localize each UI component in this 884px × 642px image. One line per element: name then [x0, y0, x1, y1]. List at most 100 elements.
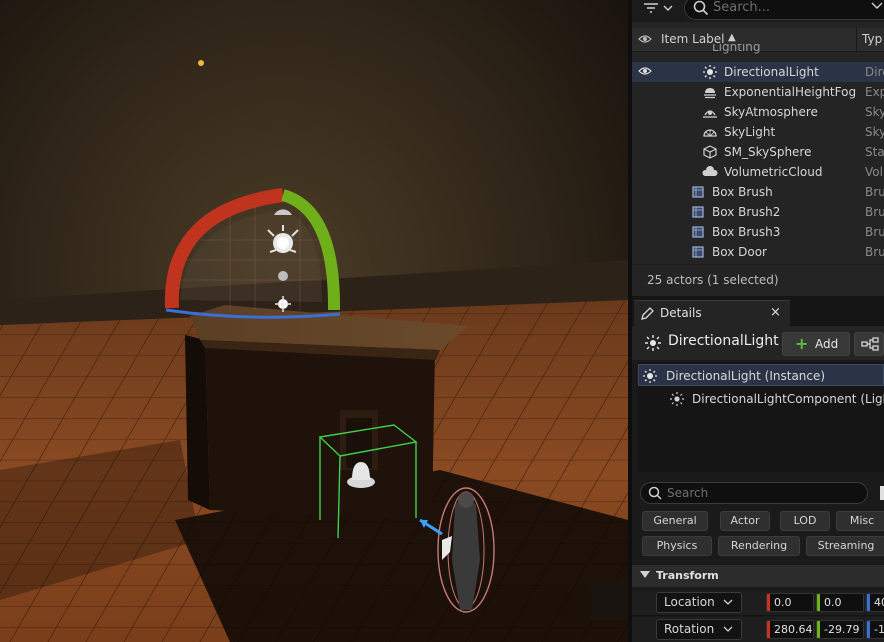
- rotation-dropdown[interactable]: Rotation: [656, 619, 742, 640]
- rotation-x-value: 280.64: [774, 623, 813, 636]
- outliner-row[interactable]: SkyLight Sky: [632, 122, 884, 142]
- location-x-value: 0.0: [774, 596, 792, 609]
- outliner-row[interactable]: ExponentialHeightFog Exp: [632, 82, 884, 102]
- outliner-item-type: Vol: [865, 165, 883, 179]
- location-z-field[interactable]: 40: [866, 593, 884, 612]
- plus-icon: +: [795, 334, 809, 353]
- blueprint-button[interactable]: [854, 332, 884, 356]
- visibility-eye-icon[interactable]: [638, 34, 652, 44]
- chevron-down-icon: [723, 599, 733, 605]
- add-component-button[interactable]: + Add: [782, 332, 850, 356]
- pencil-icon: [641, 307, 654, 320]
- search-icon: [648, 486, 662, 500]
- outliner-row[interactable]: SkyAtmosphere Sky: [632, 102, 884, 122]
- category-button[interactable]: Streaming: [806, 536, 884, 556]
- directional-light-icon: [643, 369, 657, 383]
- category-button[interactable]: Misc: [836, 511, 884, 531]
- chevron-down-icon: [640, 571, 650, 578]
- rotation-z-value: -1: [874, 623, 884, 636]
- location-label: Location: [664, 595, 715, 609]
- blueprint-hierarchy-icon: [861, 337, 879, 351]
- outliner-row[interactable]: Box Door Bru: [632, 242, 884, 262]
- rotation-y-field[interactable]: -29.79: [816, 620, 864, 639]
- location-dropdown[interactable]: Location: [656, 592, 742, 613]
- outliner-row[interactable]: DirectionalLight Dire: [632, 62, 884, 82]
- outliner-item-type: Dire: [865, 65, 884, 79]
- outliner-item-label: Box Door: [712, 245, 767, 259]
- actor-name[interactable]: DirectionalLight: [668, 333, 779, 349]
- details-search-input[interactable]: Search: [640, 482, 868, 504]
- sky-atmosphere-icon: [703, 110, 717, 118]
- chevron-down-icon[interactable]: [871, 2, 883, 10]
- directional-light-icon: [670, 392, 684, 406]
- filter-icon: [644, 3, 673, 13]
- transform-section-header[interactable]: Transform: [632, 565, 884, 587]
- search-placeholder: Search: [667, 486, 709, 500]
- directional-light-icon: [645, 335, 661, 351]
- outliner-folder-lighting[interactable]: Lighting: [632, 44, 884, 56]
- outliner-item-type: Bru: [865, 205, 884, 219]
- component-row-light[interactable]: DirectionalLightComponent (LightC: [638, 388, 884, 410]
- outliner-item-label: VolumetricCloud: [724, 165, 823, 179]
- category-button[interactable]: Physics: [642, 536, 712, 556]
- category-button[interactable]: Actor: [720, 511, 770, 531]
- component-tree: DirectionalLight (Instance) DirectionalL…: [638, 362, 884, 472]
- outliner-item-type: Sky: [865, 105, 884, 119]
- sort-ascending-icon[interactable]: ▲: [728, 32, 736, 43]
- outliner-item-label: SM_SkySphere: [724, 145, 812, 159]
- visibility-eye-icon[interactable]: [638, 66, 652, 76]
- selected-actor-header: DirectionalLight + Add: [632, 326, 884, 360]
- outliner-toolbar: Search...: [632, 0, 884, 22]
- outliner-status-bar: 25 actors (1 selected): [632, 264, 884, 296]
- location-x-field[interactable]: 0.0: [766, 593, 814, 612]
- folder-label: Lighting: [712, 44, 761, 54]
- outliner-row[interactable]: SM_SkySphere Sta: [632, 142, 884, 162]
- category-button[interactable]: Rendering: [718, 536, 800, 556]
- location-z-value: 40: [874, 596, 884, 609]
- skylight-icon: [703, 129, 717, 137]
- brush-icon: [692, 226, 704, 238]
- directional-light-icon: [703, 65, 717, 79]
- brush-icon: [692, 206, 704, 218]
- rotation-row: Rotation 280.64 -29.79 -1: [632, 617, 884, 642]
- outliner-search-input[interactable]: Search...: [684, 0, 884, 20]
- location-y-field[interactable]: 0.0: [816, 593, 864, 612]
- actor-count: 25 actors (1 selected): [647, 273, 779, 287]
- component-row-instance[interactable]: DirectionalLight (Instance): [638, 364, 884, 386]
- rotation-z-field[interactable]: -1: [866, 620, 884, 639]
- settings-icon[interactable]: [880, 486, 884, 500]
- outliner-row[interactable]: VolumetricCloud Vol: [632, 162, 884, 182]
- section-label: Transform: [656, 569, 719, 582]
- outliner-item-label: ExponentialHeightFog: [724, 85, 857, 99]
- close-icon[interactable]: ×: [770, 305, 781, 320]
- details-panel: Details × DirectionalLight + Add Directi…: [632, 298, 884, 642]
- cloud-icon: [702, 166, 718, 176]
- outliner-item-label: DirectionalLight: [724, 65, 819, 79]
- level-viewport[interactable]: [0, 0, 628, 642]
- component-label: DirectionalLight (Instance): [666, 369, 826, 383]
- outliner-item-label: Box Brush: [712, 185, 773, 199]
- viewport-scene: [0, 0, 628, 642]
- component-label: DirectionalLightComponent (LightC: [692, 392, 884, 406]
- rotation-y-value: -29.79: [824, 623, 860, 636]
- filter-button[interactable]: [642, 0, 678, 18]
- category-button[interactable]: LOD: [780, 511, 830, 531]
- outliner-row[interactable]: Box Brush2 Bru: [632, 202, 884, 222]
- outliner-item-type: Exp: [865, 85, 884, 99]
- outliner-row[interactable]: Box Brush3 Bru: [632, 222, 884, 242]
- outliner-item-type: Bru: [865, 185, 884, 199]
- tab-details-label: Details: [660, 306, 702, 320]
- outliner-item-type: Bru: [865, 245, 884, 259]
- brush-icon: [692, 186, 704, 198]
- brush-icon: [692, 246, 704, 258]
- outliner-item-label: Box Brush3: [712, 225, 781, 239]
- rotation-x-field[interactable]: 280.64: [766, 620, 814, 639]
- outliner-row[interactable]: Box Brush Bru: [632, 182, 884, 202]
- location-row: Location 0.0 0.0 40: [632, 590, 884, 616]
- details-tab-row: Details ×: [632, 298, 884, 326]
- static-mesh-icon: [703, 145, 717, 159]
- add-button-label: Add: [815, 337, 839, 351]
- search-placeholder: Search...: [713, 0, 771, 15]
- category-button[interactable]: General: [642, 511, 708, 531]
- tab-details[interactable]: Details ×: [634, 300, 790, 326]
